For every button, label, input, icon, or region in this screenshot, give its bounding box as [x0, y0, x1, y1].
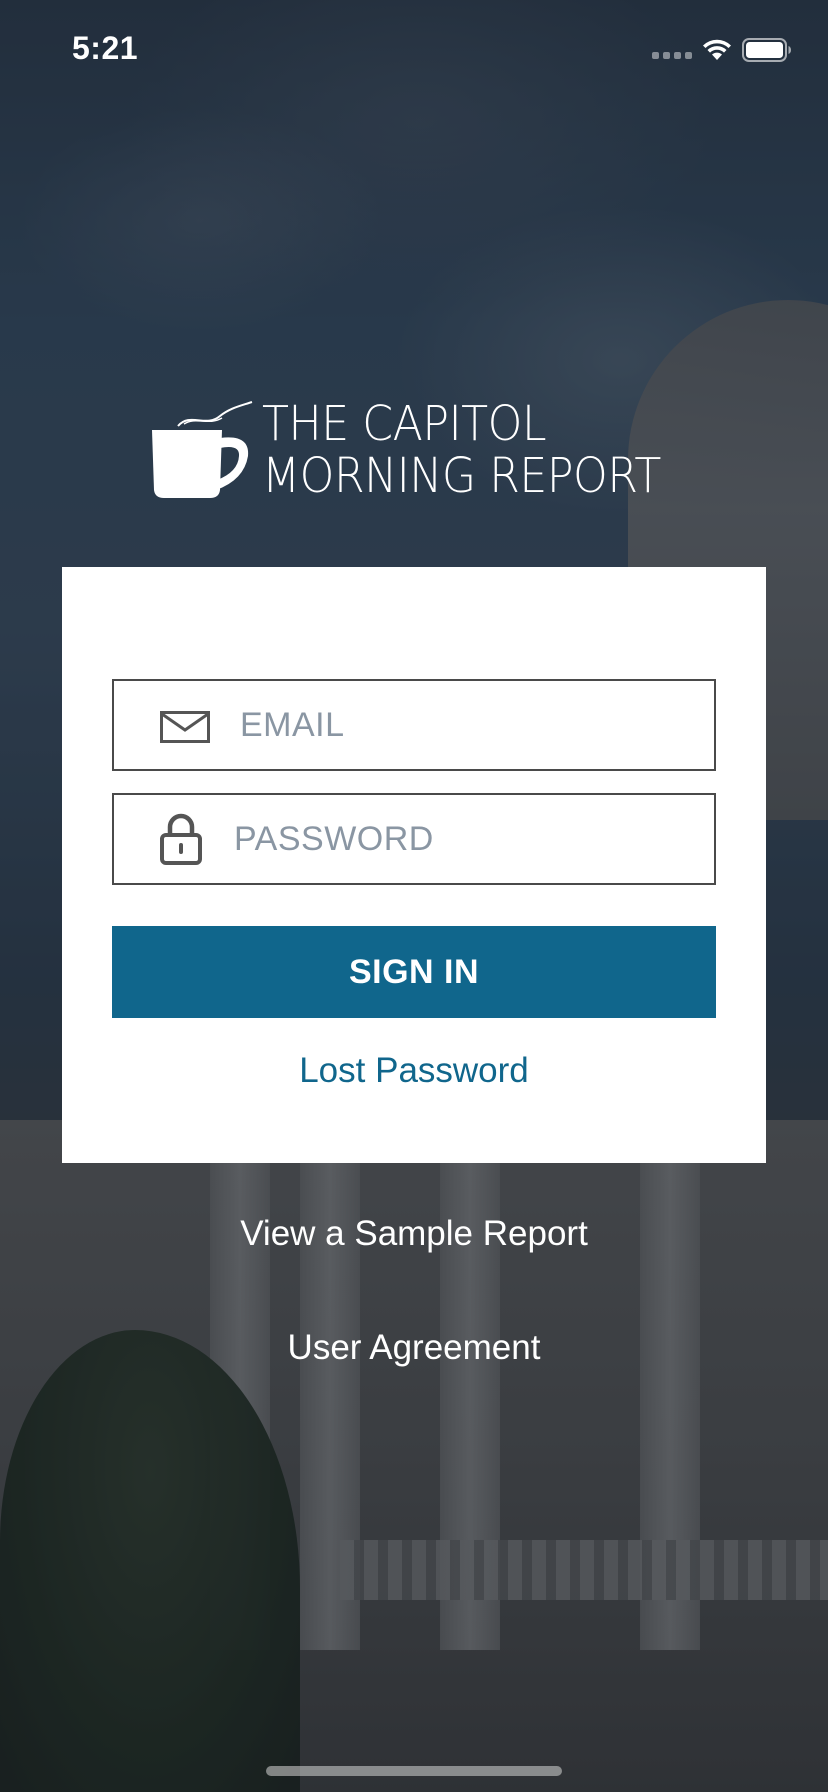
login-card: SIGN IN Lost Password — [62, 567, 766, 1163]
status-time: 5:21 — [72, 30, 139, 66]
email-field[interactable] — [112, 679, 716, 771]
password-field[interactable] — [112, 793, 716, 885]
password-input[interactable] — [232, 795, 702, 883]
sign-in-button[interactable]: SIGN IN — [112, 926, 716, 1018]
battery-icon — [742, 38, 791, 62]
wifi-icon — [703, 39, 731, 60]
lost-password-link[interactable]: Lost Password — [62, 1051, 766, 1091]
email-input[interactable] — [238, 681, 702, 769]
logo-title-line-2: MORNING REPORT — [262, 448, 661, 504]
view-sample-report-link[interactable]: View a Sample Report — [0, 1214, 828, 1254]
status-bar: 5:21 — [0, 0, 828, 100]
home-indicator[interactable] — [266, 1766, 562, 1776]
lock-icon — [160, 813, 202, 865]
login-screen: 5:21 THE CAPITOL MORNING REPORT EMAIL SI… — [0, 0, 828, 1792]
mail-icon — [160, 711, 210, 743]
coffee-mug-icon — [152, 401, 253, 498]
user-agreement-link[interactable]: User Agreement — [0, 1328, 828, 1368]
cellular-signal-icon — [652, 52, 692, 59]
logo-title-line-1: THE CAPITOL — [262, 396, 547, 452]
app-logo: THE CAPITOL MORNING REPORT — [150, 396, 690, 508]
